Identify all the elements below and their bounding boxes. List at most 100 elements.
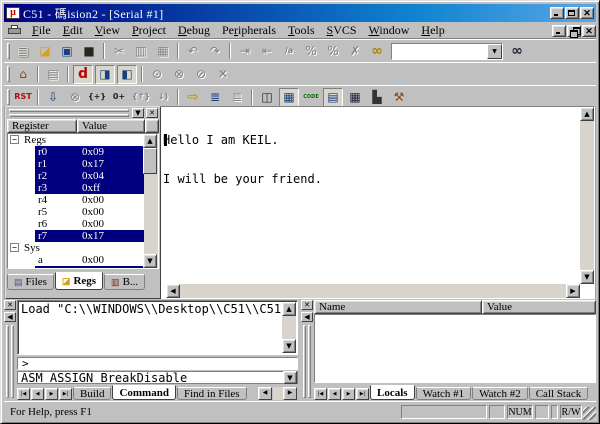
tab-build[interactable]: Build <box>73 387 111 400</box>
register-window-button[interactable]: ≣ <box>205 88 225 107</box>
tab-scroll-prev-button[interactable]: ◀ <box>328 388 341 400</box>
tab-scroll-first-button[interactable]: |◀ <box>17 388 30 400</box>
register-row-item[interactable] <box>8 266 144 269</box>
chevron-down-icon[interactable]: ▼ <box>487 44 502 59</box>
search-combobox[interactable]: ▼ <box>391 43 503 60</box>
memory-window-button[interactable]: ▦ <box>345 88 365 107</box>
tab-scroll-next-button[interactable]: ▶ <box>45 388 58 400</box>
value-column-header[interactable]: Value <box>482 300 596 314</box>
register-row-r1[interactable]: r10x17 <box>8 158 144 170</box>
toolbar-gripper[interactable] <box>7 43 10 59</box>
menu-item-tools[interactable]: Tools <box>282 22 321 39</box>
enable-breakpoint-button[interactable]: ⊘ <box>191 65 211 84</box>
menu-item-project[interactable]: Project <box>126 22 172 39</box>
step-over-button[interactable]: 0+ <box>109 88 129 107</box>
tab-watch-1[interactable]: Watch #1 <box>416 387 472 400</box>
run-to-cursor-button[interactable]: ↓) <box>153 88 173 107</box>
step-out-button[interactable]: {↑} <box>131 88 151 107</box>
register-row-r6[interactable]: r60x00 <box>8 218 144 230</box>
child-minimize-button[interactable] <box>552 25 566 37</box>
menu-item-help[interactable]: Help <box>415 22 450 39</box>
maximize-button[interactable] <box>565 7 579 19</box>
gripper-line[interactable] <box>308 325 311 398</box>
scroll-down-icon[interactable]: ▼ <box>282 339 296 353</box>
close-button[interactable] <box>580 7 594 19</box>
clear-bookmarks-button[interactable]: ✗ <box>345 42 365 61</box>
start-stop-debug-button[interactable]: d <box>73 65 93 84</box>
serial-vertical-scrollbar[interactable]: ▲ ▼ <box>580 107 594 284</box>
menu-item-peripherals[interactable]: Peripherals <box>216 22 282 39</box>
tab-scroll-last-button[interactable]: ▶| <box>356 388 369 400</box>
paste-button[interactable]: ▦ <box>153 42 173 61</box>
save-button[interactable]: ▣ <box>57 42 77 61</box>
serial-window-icon[interactable] <box>8 25 21 36</box>
child-restore-button[interactable] <box>567 25 581 37</box>
combo-text-field[interactable] <box>392 44 487 59</box>
serial-window-button[interactable]: ▤ <box>323 88 343 107</box>
gripper-line[interactable] <box>11 325 14 398</box>
register-scrollbar[interactable]: ▲ ▼ <box>144 134 158 268</box>
cut-button[interactable]: ✂ <box>109 42 129 61</box>
device-database-button[interactable]: ■ <box>79 42 99 61</box>
toolbar-gripper[interactable] <box>7 66 10 82</box>
register-row-r0[interactable]: r00x09 <box>8 146 144 158</box>
register-panel-gripper[interactable]: ▼ ✕ <box>7 108 159 119</box>
register-row-r5[interactable]: r50x00 <box>8 206 144 218</box>
panel-menu-icon[interactable]: ▼ <box>132 108 144 118</box>
halt-button[interactable]: ⊗ <box>65 88 85 107</box>
tab-watch-2[interactable]: Watch #2 <box>472 387 528 400</box>
gripper-line[interactable] <box>6 325 9 398</box>
menu-item-svcs[interactable]: SVCS <box>321 22 363 39</box>
step-into-button[interactable]: {+} <box>87 88 107 107</box>
new-file-button[interactable]: ▤ <box>13 42 33 61</box>
register-row-a[interactable]: a0x00 <box>8 254 144 266</box>
menu-item-view[interactable]: View <box>89 22 126 39</box>
serial-output-text[interactable]: Hello I am KEIL. I will be your friend. <box>163 108 578 282</box>
scrollbar-track[interactable] <box>273 387 283 400</box>
tab-scroll-first-button[interactable]: |◀ <box>314 388 327 400</box>
show-next-statement-button[interactable]: ⇨ <box>183 88 203 107</box>
insert-breakpoint-button[interactable]: ⊙ <box>147 65 167 84</box>
undo-button[interactable]: ↶ <box>183 42 203 61</box>
command-output-box[interactable]: Load "C:\\WINDOWS\\Desktop\\C51\\C51 ▲ ▼ <box>17 300 298 355</box>
tab-files[interactable]: ▤Files <box>7 274 54 290</box>
analysis-window-button[interactable]: ▦ <box>279 88 299 107</box>
bookmark-button[interactable]: % <box>323 42 343 61</box>
project-window-button[interactable]: ◨ <box>95 65 115 84</box>
toolbox-button[interactable]: ⚒ <box>389 88 409 107</box>
output-window-button[interactable]: ◧ <box>117 65 137 84</box>
register-row-r2[interactable]: r20x04 <box>8 170 144 182</box>
kill-breakpoints-button[interactable]: ⊗ <box>169 65 189 84</box>
reset-cpu-button[interactable]: RST <box>13 88 33 107</box>
menu-item-edit[interactable]: Edit <box>57 22 89 39</box>
tree-collapse-icon[interactable]: − <box>10 243 19 252</box>
serial-horizontal-scrollbar[interactable]: ◀ ▶ <box>166 284 580 298</box>
register-group-regs[interactable]: −Regs <box>8 134 144 146</box>
symbol-window-button[interactable]: ≣ <box>227 88 247 107</box>
scroll-down-icon[interactable]: ▼ <box>580 270 594 284</box>
watch-list[interactable] <box>314 314 596 383</box>
code-coverage-button[interactable]: CODE <box>301 88 321 107</box>
performance-analyzer-button[interactable]: ▙ <box>367 88 387 107</box>
command-input-field[interactable]: > <box>17 357 298 370</box>
tab-call-stack[interactable]: Call Stack <box>529 387 589 400</box>
tab-regs[interactable]: ◪Regs <box>55 272 103 290</box>
scroll-up-icon[interactable]: ▲ <box>143 134 157 148</box>
minimize-button[interactable] <box>550 7 564 19</box>
watch-window-button[interactable]: ◫ <box>257 88 277 107</box>
tab-command[interactable]: Command <box>112 385 176 400</box>
tab-locals[interactable]: Locals <box>370 385 415 400</box>
child-close-button[interactable] <box>582 25 596 37</box>
find-in-files-button[interactable]: ∞ <box>367 42 387 61</box>
scroll-up-icon[interactable]: ▲ <box>282 302 296 316</box>
scrollbar-thumb[interactable] <box>143 148 157 174</box>
title-bar[interactable]: µ C51 - 碼ision2 - [Serial #1] <box>4 4 596 22</box>
tab-scroll-last-button[interactable]: ▶| <box>59 388 72 400</box>
open-folder-button[interactable]: ◪ <box>35 42 55 61</box>
redo-button[interactable]: ↷ <box>205 42 225 61</box>
unindent-button[interactable]: ⇤ <box>257 42 277 61</box>
scroll-right-icon[interactable]: ▶ <box>566 284 580 298</box>
door-exit-button[interactable]: ⌂ <box>13 65 33 84</box>
toolbar-gripper[interactable] <box>7 89 10 105</box>
tab-scroll-next-button[interactable]: ▶ <box>342 388 355 400</box>
